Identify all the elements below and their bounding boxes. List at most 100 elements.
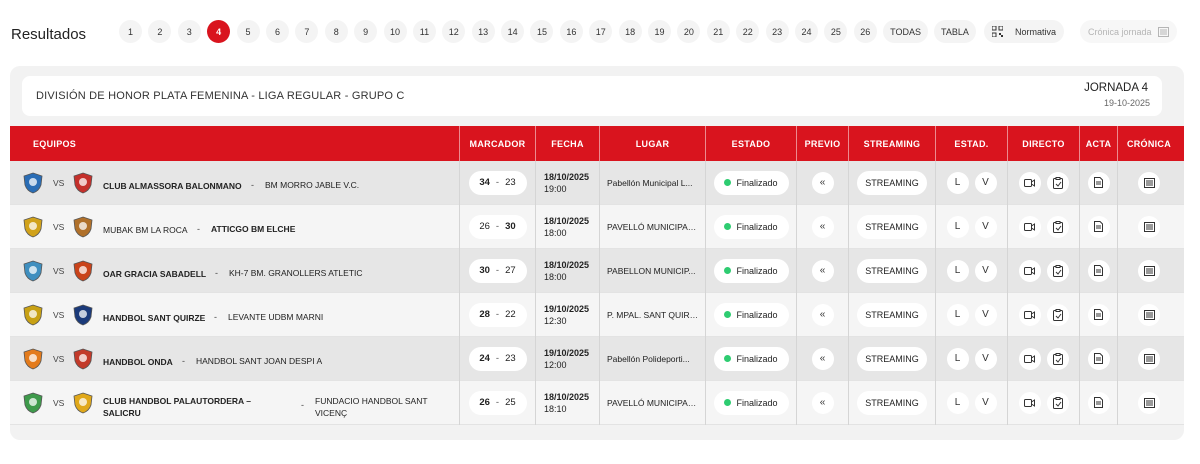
home-team-name[interactable]: OAR GRACIA SABADELL: [103, 268, 206, 280]
score-pill[interactable]: 26-25: [468, 390, 527, 415]
page-button-17[interactable]: 17: [589, 20, 613, 43]
away-team-name[interactable]: ATTICGO BM ELCHE: [211, 224, 295, 234]
stats-visitante-button[interactable]: V: [974, 303, 997, 326]
video-camera-icon[interactable]: [1018, 347, 1041, 370]
score-pill[interactable]: 30-27: [468, 258, 527, 283]
score-pill[interactable]: 24-23: [468, 346, 527, 371]
double-chevron-left-icon[interactable]: «: [811, 215, 834, 238]
streaming-button[interactable]: STREAMING: [857, 390, 927, 415]
page-button-6[interactable]: 6: [265, 20, 289, 43]
page-button-18[interactable]: 18: [618, 20, 642, 43]
stats-local-button[interactable]: L: [946, 347, 969, 370]
tabla-button[interactable]: TABLA: [934, 20, 976, 43]
video-camera-icon[interactable]: [1018, 391, 1041, 414]
document-icon[interactable]: [1087, 259, 1110, 282]
double-chevron-left-icon[interactable]: «: [811, 171, 834, 194]
document-icon[interactable]: [1087, 303, 1110, 326]
clipboard-icon[interactable]: [1046, 215, 1069, 238]
double-chevron-left-icon[interactable]: «: [811, 303, 834, 326]
home-team-name[interactable]: HANDBOL SANT QUIRZE: [103, 312, 205, 324]
page-button-8[interactable]: 8: [324, 20, 348, 43]
streaming-button[interactable]: STREAMING: [857, 214, 927, 239]
page-button-12[interactable]: 12: [442, 20, 466, 43]
stats-local-button[interactable]: L: [946, 215, 969, 238]
double-chevron-left-icon[interactable]: «: [811, 347, 834, 370]
match-venue[interactable]: PABELLON MUNICIP...: [607, 266, 699, 276]
page-button-9[interactable]: 9: [354, 20, 378, 43]
away-team-name[interactable]: BM MORRO JABLE V.C.: [265, 180, 359, 190]
newspaper-icon[interactable]: [1138, 259, 1160, 282]
page-button-19[interactable]: 19: [648, 20, 672, 43]
newspaper-icon[interactable]: [1138, 171, 1160, 194]
match-venue[interactable]: Pabellón Municipal L...: [607, 178, 699, 188]
streaming-button[interactable]: STREAMING: [857, 258, 927, 283]
page-button-26[interactable]: 26: [853, 20, 877, 43]
score-pill[interactable]: 26-30: [468, 214, 527, 239]
clipboard-icon[interactable]: [1046, 259, 1069, 282]
page-button-2[interactable]: 2: [148, 20, 172, 43]
score-pill[interactable]: 28-22: [468, 302, 527, 327]
stats-visitante-button[interactable]: V: [974, 171, 997, 194]
page-button-11[interactable]: 11: [412, 20, 436, 43]
document-icon[interactable]: [1087, 347, 1110, 370]
newspaper-icon[interactable]: [1138, 391, 1160, 414]
page-button-22[interactable]: 22: [736, 20, 760, 43]
stats-local-button[interactable]: L: [946, 303, 969, 326]
page-button-14[interactable]: 14: [501, 20, 525, 43]
document-icon[interactable]: [1087, 391, 1110, 414]
page-button-10[interactable]: 10: [383, 20, 407, 43]
video-camera-icon[interactable]: [1018, 215, 1041, 238]
clipboard-icon[interactable]: [1046, 171, 1069, 194]
cronica-jornada-button[interactable]: Crónica jornada: [1080, 20, 1177, 43]
page-button-24[interactable]: 24: [794, 20, 818, 43]
clipboard-icon[interactable]: [1046, 391, 1069, 414]
stats-local-button[interactable]: L: [946, 391, 969, 414]
todas-button[interactable]: TODAS: [883, 20, 928, 43]
stats-visitante-button[interactable]: V: [974, 215, 997, 238]
page-button-23[interactable]: 23: [765, 20, 789, 43]
home-team-name[interactable]: CLUB ALMASSORA BALONMANO: [103, 180, 242, 192]
video-camera-icon[interactable]: [1018, 303, 1041, 326]
clipboard-icon[interactable]: [1046, 303, 1069, 326]
page-button-25[interactable]: 25: [824, 20, 848, 43]
normativa-button[interactable]: Normativa: [984, 20, 1065, 43]
stats-visitante-button[interactable]: V: [974, 391, 997, 414]
away-team-name[interactable]: HANDBOL SANT JOAN DESPI A: [196, 356, 322, 366]
stats-visitante-button[interactable]: V: [974, 347, 997, 370]
page-button-7[interactable]: 7: [295, 20, 319, 43]
away-team-name[interactable]: LEVANTE UDBM MARNI: [228, 312, 323, 322]
double-chevron-left-icon[interactable]: «: [811, 391, 834, 414]
home-team-name[interactable]: CLUB HANDBOL PALAUTORDERA – SALICRU: [103, 395, 253, 419]
page-button-15[interactable]: 15: [530, 20, 554, 43]
newspaper-icon[interactable]: [1138, 347, 1160, 370]
page-button-21[interactable]: 21: [706, 20, 730, 43]
double-chevron-left-icon[interactable]: «: [811, 259, 834, 282]
score-pill[interactable]: 34-23: [468, 170, 527, 195]
match-venue[interactable]: PAVELLÓ MUNICIPAL...: [607, 398, 699, 408]
newspaper-icon[interactable]: [1138, 303, 1160, 326]
video-camera-icon[interactable]: [1018, 259, 1041, 282]
match-venue[interactable]: P. MPAL. SANT QUIRZE: [607, 310, 699, 320]
streaming-button[interactable]: STREAMING: [857, 302, 927, 327]
stats-visitante-button[interactable]: V: [974, 259, 997, 282]
page-button-4[interactable]: 4: [207, 20, 231, 43]
document-icon[interactable]: [1087, 171, 1110, 194]
away-team-name[interactable]: KH-7 BM. GRANOLLERS ATLETIC: [229, 268, 363, 278]
page-button-1[interactable]: 1: [119, 20, 142, 43]
document-icon[interactable]: [1087, 215, 1110, 238]
streaming-button[interactable]: STREAMING: [857, 170, 927, 195]
match-venue[interactable]: PAVELLÓ MUNICIPAL...: [607, 222, 699, 232]
stats-local-button[interactable]: L: [946, 259, 969, 282]
page-button-5[interactable]: 5: [236, 20, 260, 43]
page-button-3[interactable]: 3: [177, 20, 201, 43]
home-team-name[interactable]: HANDBOL ONDA: [103, 356, 173, 368]
match-venue[interactable]: Pabellón Polideporti...: [607, 354, 699, 364]
page-button-20[interactable]: 20: [677, 20, 701, 43]
streaming-button[interactable]: STREAMING: [857, 346, 927, 371]
page-button-16[interactable]: 16: [559, 20, 583, 43]
newspaper-icon[interactable]: [1138, 215, 1160, 238]
away-team-name[interactable]: FUNDACIO HANDBOL SANT VICENÇ: [315, 395, 445, 419]
page-button-13[interactable]: 13: [471, 20, 495, 43]
home-team-name[interactable]: MUBAK BM LA ROCA: [103, 224, 188, 236]
stats-local-button[interactable]: L: [946, 171, 969, 194]
